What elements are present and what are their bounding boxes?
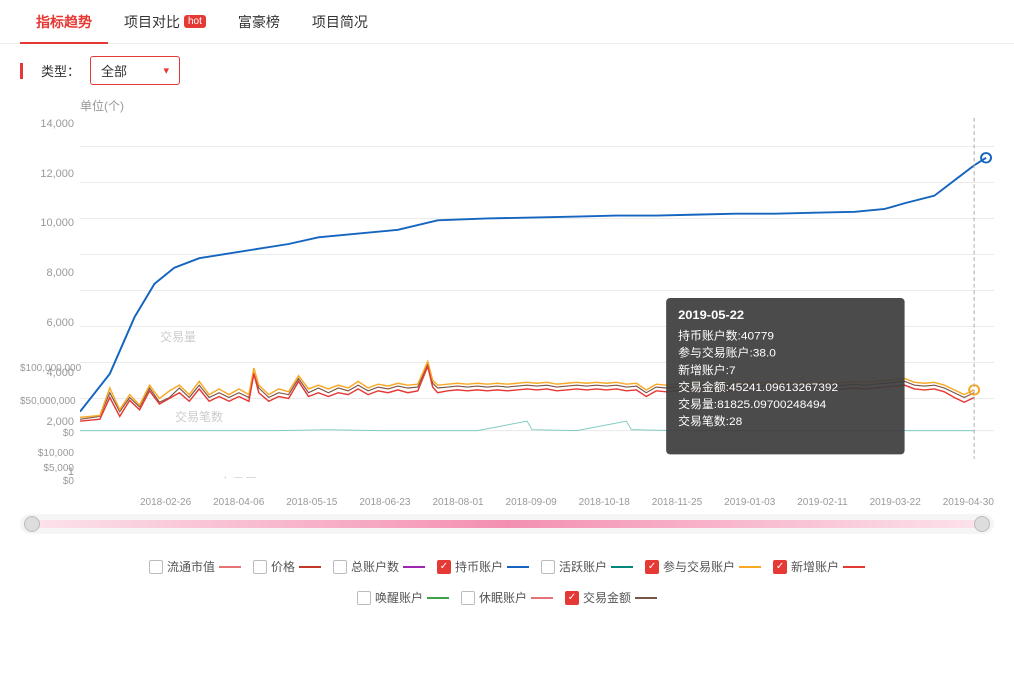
- legend-line-liutongshizhi: [219, 566, 241, 568]
- svg-text:新增账户:7: 新增账户:7: [678, 363, 736, 377]
- slider-handle-right[interactable]: [974, 516, 990, 532]
- svg-text:持币账户数:40779: 持币账户数:40779: [678, 329, 774, 343]
- y-label-5k: $5,000: [20, 463, 78, 474]
- legend-label-huanxingzhanghu: 唤醒账户: [375, 589, 423, 606]
- legend-checkbox-jiage[interactable]: [253, 560, 267, 574]
- chart-unit-label: 单位(个): [20, 97, 994, 114]
- legend-label-jiaoyijine: 交易金额: [583, 589, 631, 606]
- legend-area: 流通市值 价格 总账户数 持币账户 活跃账户 参与: [0, 550, 1014, 614]
- legend-label-canyujiaoyi: 参与交易账户: [663, 558, 735, 575]
- nav-item-indicator-trend[interactable]: 指标趋势: [20, 0, 108, 44]
- legend-label-xinzengzhanghu: 新增账户: [791, 558, 839, 575]
- range-slider[interactable]: [20, 514, 994, 534]
- jiaoyiliang-inline-label: 交易量: [160, 328, 196, 345]
- legend-checkbox-zongzhanghu[interactable]: [333, 560, 347, 574]
- legend-label-zongzhanghu: 总账户数: [351, 558, 399, 575]
- legend-item-huoyuezhanghu: 活跃账户: [541, 558, 633, 575]
- legend-label-huoyuezhanghu: 活跃账户: [559, 558, 607, 575]
- svg-text:2019-05-22: 2019-05-22: [678, 308, 744, 322]
- chevron-down-icon: ▾: [163, 64, 169, 77]
- legend-checkbox-huoyuezhanghu[interactable]: [541, 560, 555, 574]
- filter-bar: 类型： 全部 ▾: [0, 44, 1014, 97]
- legend-checkbox-xinzengzhanghu[interactable]: [773, 560, 787, 574]
- y-label-0-bot: $0: [20, 476, 78, 487]
- type-indicator: [20, 63, 23, 79]
- filter-type-value: 全部: [101, 61, 127, 80]
- legend-checkbox-jiaoyijine[interactable]: [565, 591, 579, 605]
- legend-item-zongzhanghu: 总账户数: [333, 558, 425, 575]
- svg-text:交易量:81825.09700248494: 交易量:81825.09700248494: [678, 397, 827, 411]
- y-label-0-mid: $0: [20, 428, 78, 439]
- filter-type-label: 类型：: [41, 61, 80, 80]
- chart-area: 14,000 12,000 10,000 8,000 6,000 4,000 2…: [20, 118, 994, 508]
- legend-row-2: 唤醒账户 休眠账户 交易金额: [20, 589, 994, 606]
- nav-badge-hot: hot: [184, 15, 206, 28]
- legend-label-xiumianzhanghu: 休眠账户: [479, 589, 527, 606]
- y-label-50m: $50,000,000: [20, 396, 78, 407]
- nav-item-richlist[interactable]: 富豪榜: [222, 0, 296, 44]
- legend-line-huanxingzhanghu: [427, 597, 449, 599]
- top-navigation: 指标趋势 项目对比 hot 富豪榜 项目简况: [0, 0, 1014, 44]
- legend-line-chibizhanghu: [507, 566, 529, 568]
- legend-line-huoyuezhanghu: [611, 566, 633, 568]
- nav-item-project-compare[interactable]: 项目对比 hot: [108, 0, 222, 44]
- legend-checkbox-xiumianzhanghu[interactable]: [461, 591, 475, 605]
- legend-item-xiumianzhanghu: 休眠账户: [461, 589, 553, 606]
- legend-item-jiage: 价格: [253, 558, 321, 575]
- legend-item-canyujiaoyi: 参与交易账户: [645, 558, 761, 575]
- x-axis-labels: 2018-02-26 2018-04-06 2018-05-15 2018-06…: [80, 497, 994, 508]
- jiaoyibishu-inline-label: 交易笔数: [175, 408, 223, 425]
- legend-checkbox-chibizhanghu[interactable]: [437, 560, 451, 574]
- legend-label-chibizhanghu: 持币账户: [455, 558, 503, 575]
- legend-checkbox-huanxingzhanghu[interactable]: [357, 591, 371, 605]
- chart-tooltip: 2019-05-22 持币账户数:40779 参与交易账户:38.0 新增账户:…: [666, 298, 904, 454]
- legend-item-jiaoyijine: 交易金额: [565, 589, 657, 606]
- legend-line-zongzhanghu: [403, 566, 425, 568]
- legend-line-canyujiaoyi: [739, 566, 761, 568]
- legend-item-chibizhanghu: 持币账户: [437, 558, 529, 575]
- legend-line-jiaoyijine: [635, 597, 657, 599]
- chart-container: 单位(个) 14,000 12,000 10,000 8,000 6,000 4…: [0, 97, 1014, 550]
- y-axis-labels: 14,000 12,000 10,000 8,000 6,000 4,000 2…: [20, 118, 78, 478]
- legend-line-xinzengzhanghu: [843, 566, 865, 568]
- svg-text:交易笔数:28: 交易笔数:28: [678, 414, 742, 428]
- legend-line-jiage: [299, 566, 321, 568]
- legend-label-liutongshizhi: 流通市值: [167, 558, 215, 575]
- legend-item-liutongshizhi: 流通市值: [149, 558, 241, 575]
- slider-handle-left[interactable]: [24, 516, 40, 532]
- jiaoyiliang-label: 交易量: [219, 476, 258, 478]
- legend-checkbox-canyujiaoyi[interactable]: [645, 560, 659, 574]
- nav-label-indicator-trend: 指标趋势: [36, 12, 92, 32]
- legend-line-xiumianzhanghu: [531, 597, 553, 599]
- nav-label-project-summary: 项目简况: [312, 12, 368, 32]
- svg-text:参与交易账户:38.0: 参与交易账户:38.0: [678, 346, 776, 360]
- legend-item-xinzengzhanghu: 新增账户: [773, 558, 865, 575]
- nav-item-project-summary[interactable]: 项目简况: [296, 0, 384, 44]
- nav-label-richlist: 富豪榜: [238, 12, 280, 32]
- legend-label-jiage: 价格: [271, 558, 295, 575]
- slider-track: [28, 520, 986, 528]
- y-label-10k: $10,000: [20, 448, 78, 459]
- legend-row-1: 流通市值 价格 总账户数 持币账户 活跃账户 参与: [20, 558, 994, 575]
- legend-checkbox-liutongshizhi[interactable]: [149, 560, 163, 574]
- legend-item-huanxingzhanghu: 唤醒账户: [357, 589, 449, 606]
- filter-type-select[interactable]: 全部 ▾: [90, 56, 180, 85]
- svg-text:交易金额:45241.09613267392: 交易金额:45241.09613267392: [678, 380, 838, 394]
- y-label-100m: $100,000,000: [20, 363, 78, 374]
- nav-label-project-compare: 项目对比: [124, 12, 180, 32]
